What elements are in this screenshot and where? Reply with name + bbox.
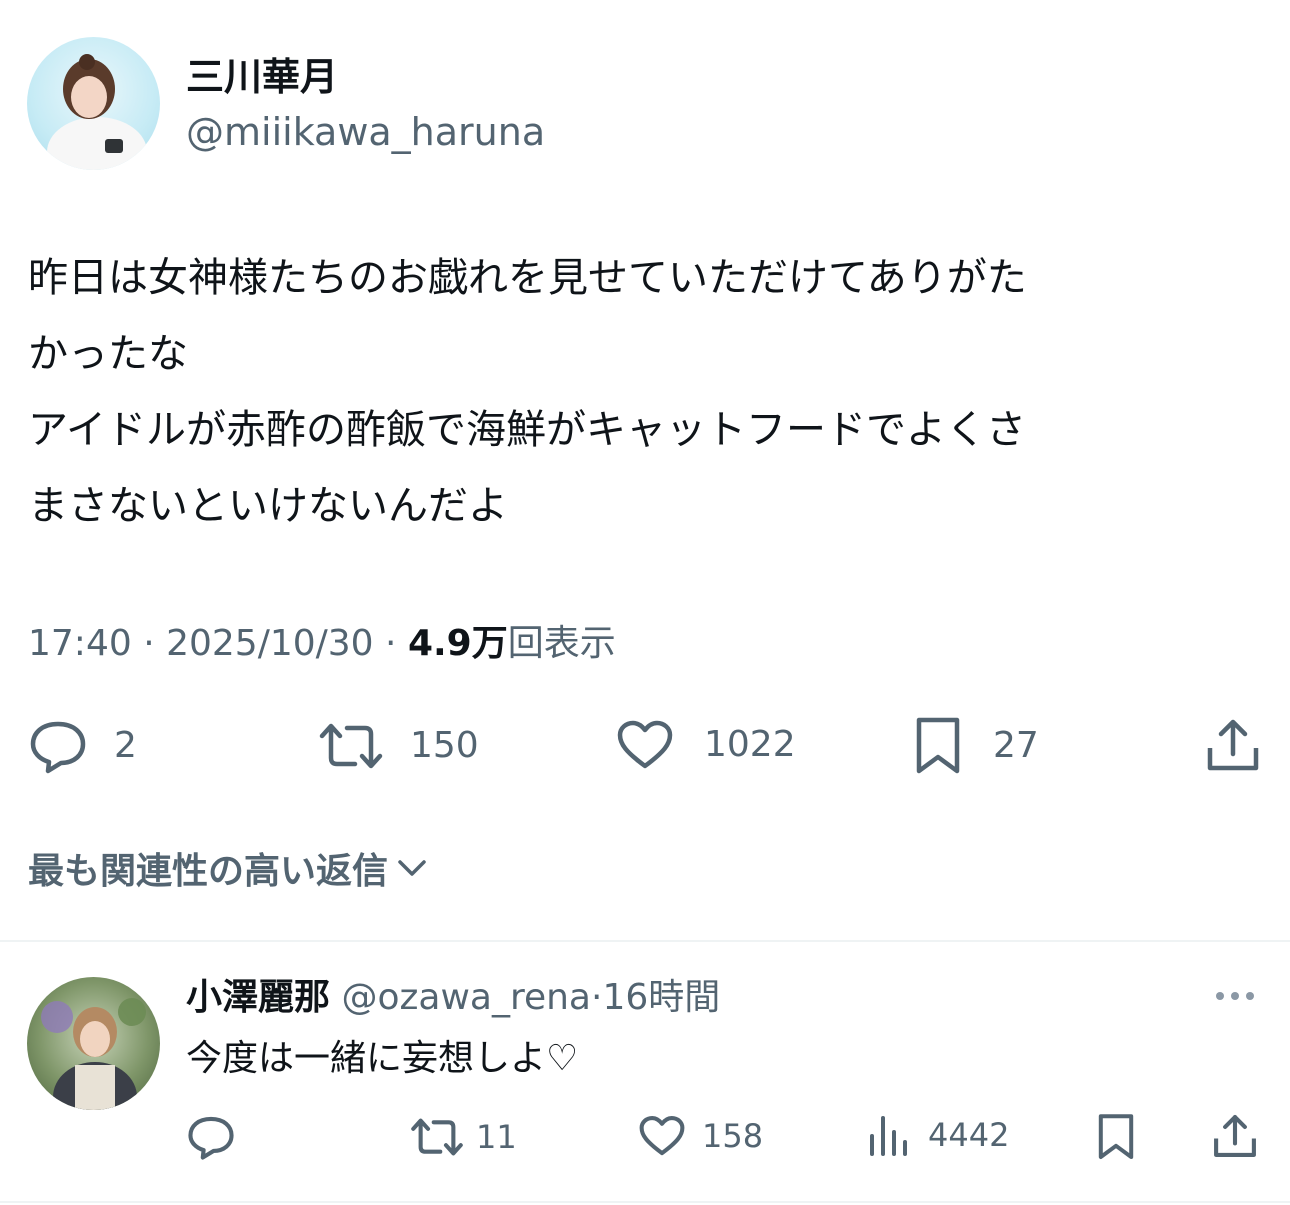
replies-sort-selector[interactable]: 最も関連性の高い返信: [28, 842, 430, 894]
reply-share-button[interactable]: [1212, 1112, 1258, 1160]
more-button[interactable]: [1212, 985, 1258, 1011]
reply-retweet-button[interactable]: 11: [410, 1114, 517, 1160]
reply-views-count: 4442: [928, 1116, 1010, 1154]
share-button[interactable]: [1205, 716, 1261, 774]
reply-button[interactable]: 2: [28, 718, 137, 774]
reply-avatar[interactable]: [27, 977, 160, 1110]
reply-text: 今度は一緒に妄想しよ♡: [186, 1038, 579, 1079]
chevron-down-icon: [398, 860, 426, 876]
divider: [0, 1201, 1290, 1203]
views-count[interactable]: 4.9万: [408, 623, 508, 664]
reply-like-count: 158: [702, 1117, 764, 1155]
reply-bookmark-button[interactable]: [1096, 1112, 1136, 1162]
like-button[interactable]: 1022: [616, 718, 796, 772]
tweet-date[interactable]: 2025/10/30: [166, 623, 374, 664]
tweet-time: 17:40: [28, 623, 132, 664]
retweet-button[interactable]: 150: [318, 718, 479, 774]
reply-views-button[interactable]: 4442: [868, 1112, 1009, 1158]
reply-photo: [41, 998, 146, 1110]
share-icon: [1207, 719, 1259, 771]
meta-separator: ·: [373, 623, 408, 664]
author-handle[interactable]: @miiikawa_haruna: [186, 108, 545, 156]
bookmark-icon: [916, 717, 960, 774]
retweet-count: 150: [410, 725, 479, 766]
author-avatar[interactable]: [27, 37, 160, 170]
reply-like-button[interactable]: 158: [638, 1114, 763, 1158]
reply-time[interactable]: 16時間: [602, 977, 720, 1018]
reply-icon: [30, 721, 86, 774]
retweet-icon: [411, 1118, 463, 1156]
bookmark-icon: [1098, 1114, 1134, 1159]
author-name[interactable]: 三川華月: [186, 52, 338, 102]
like-count: 1022: [704, 724, 796, 765]
reply-author-handle[interactable]: @ozawa_rena: [341, 977, 591, 1018]
views-icon: [870, 1116, 907, 1156]
share-icon: [1214, 1115, 1256, 1157]
retweet-icon: [319, 723, 383, 769]
replies-sort-label: 最も関連性の高い返信: [28, 851, 389, 892]
reply-header: 小澤麗那 @ozawa_rena·16時間: [186, 973, 720, 1023]
more-icon: [1216, 992, 1254, 1000]
reply-retweet-count: 11: [476, 1118, 517, 1156]
reply-count: 2: [114, 725, 137, 766]
tweet-text: 昨日は女神様たちのお戯れを見せていただけてありがた かったな アイドルが赤酢の酢…: [28, 255, 1027, 529]
tweet-meta: 17:40 · 2025/10/30 · 4.9万回表示: [28, 618, 616, 670]
bookmark-button[interactable]: 27: [913, 716, 1039, 776]
reply-reply-button[interactable]: [186, 1114, 236, 1160]
heart-icon: [639, 1116, 685, 1156]
meta-separator: ·: [131, 623, 167, 664]
heart-icon: [617, 720, 673, 769]
author-photo: [47, 54, 147, 170]
bookmark-count: 27: [993, 725, 1039, 766]
views-label: 回表示: [507, 623, 616, 664]
reply-icon: [188, 1116, 234, 1160]
reply-author-name[interactable]: 小澤麗那: [186, 977, 330, 1018]
divider: [0, 940, 1290, 942]
reply-separator: ·: [591, 977, 603, 1018]
